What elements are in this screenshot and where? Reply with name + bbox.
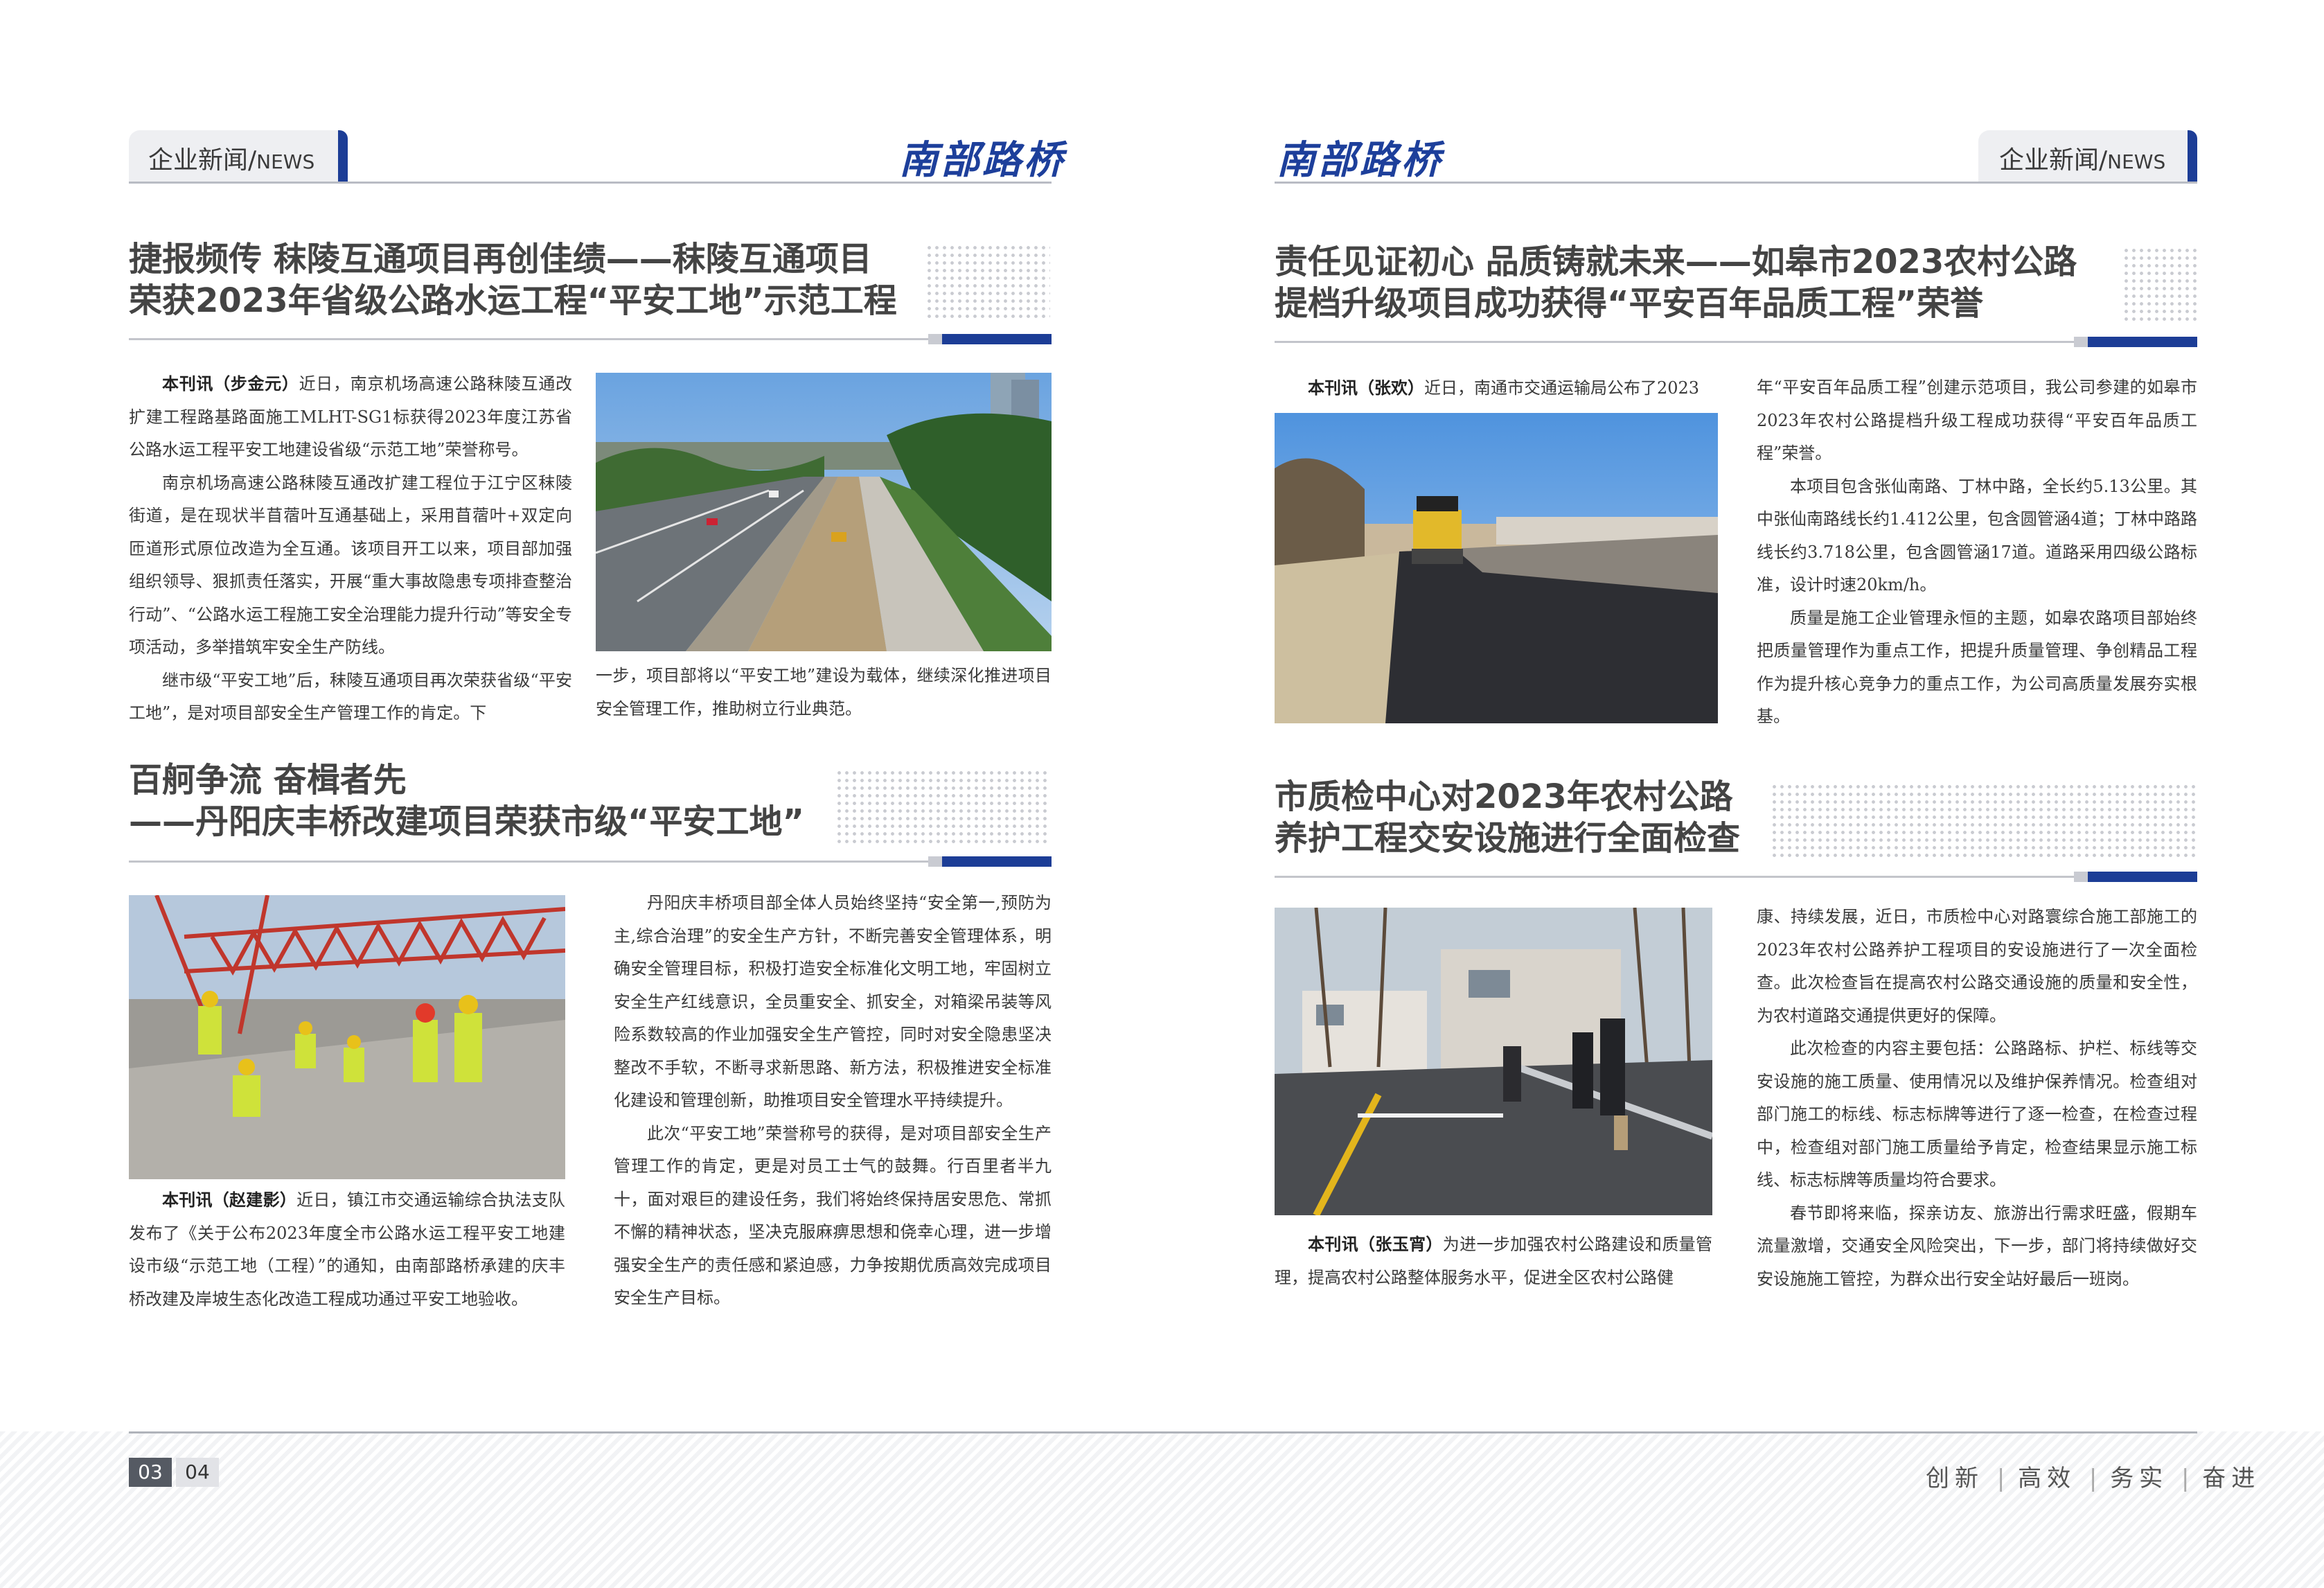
article-paragraph: 此次检查的内容主要包括：公路路标、护栏、标线等交安设施的施工质量、使用情况以及维… bbox=[1757, 1039, 2197, 1190]
article-body: 本刊讯（张玉宵）为进一步加强农村公路建设和质量管理，提高农村公路整体服务水平，促… bbox=[1275, 1228, 1712, 1294]
tab-accent bbox=[338, 130, 348, 182]
article-paragraph: 近日，南通市交通运输局公布了2023 bbox=[1424, 378, 1700, 398]
article-paragraph: 年“平安百年品质工程”创建示范项目，我公司参建的如皋市2023年农村公路提档升级… bbox=[1757, 378, 2197, 463]
title-rule bbox=[129, 856, 1052, 867]
section-tab-right: 企业新闻/NEWS bbox=[1978, 130, 2197, 182]
photo-bridge-workers bbox=[129, 895, 565, 1179]
article-paragraph: 康、持续发展，近日，市质检中心对路寰综合施工部施工的2023年农村公路养护工程项… bbox=[1757, 907, 2197, 1025]
article-paragraph: 本项目包含张仙南路、丁林中路，全长约5.13公里。其中张仙南路线长约1.412公… bbox=[1757, 476, 2197, 595]
article-body: 本刊讯（张欢）近日，南通市交通运输局公布了2023 bbox=[1275, 371, 1718, 405]
dot-pattern bbox=[835, 769, 1050, 847]
article-title-line: 养护工程交安设施进行全面检查 bbox=[1275, 819, 1741, 858]
article-lead: 本刊讯（赵建影） bbox=[162, 1190, 297, 1210]
article-lead: 本刊讯（张玉宵） bbox=[1308, 1234, 1443, 1254]
rule-accent-blue bbox=[942, 334, 1052, 344]
article-body: 本刊讯（步金元）近日，南京机场高速公路秣陵互通改扩建工程路基路面施工MLHT-S… bbox=[129, 367, 572, 730]
slogan-word: 务实 bbox=[2110, 1465, 2169, 1492]
slogan-word: 奋进 bbox=[2202, 1465, 2261, 1492]
article-title: 责任见证初心 品质铸就未来——如皋市2023农村公路 提档升级项目成功获得“平安… bbox=[1275, 241, 2077, 324]
article-paragraph: 春节即将来临，探亲访友、旅游出行需求旺盛，假期车流量激增，交通安全风险突出，下一… bbox=[1757, 1203, 2197, 1289]
section-label-en: NEWS bbox=[2107, 150, 2166, 173]
rule-accent-gray bbox=[2074, 872, 2088, 882]
section-tab-left: 企业新闻/NEWS bbox=[129, 130, 348, 182]
rule-accent-blue bbox=[2088, 872, 2197, 882]
slogan: 创新 | 高效 | 务实 | 奋进 bbox=[1926, 1459, 2260, 1493]
article-paragraph: 此次“平安工地”荣誉称号的获得，是对项目部安全生产管理工作的肯定，更是对员工士气… bbox=[614, 1123, 1052, 1308]
article-paragraph: 一步，项目部将以“平安工地”建设为载体，继续深化推进项目安全管理工作，推助树立行… bbox=[596, 666, 1052, 718]
section-label: 企业新闻/NEWS bbox=[1999, 140, 2165, 176]
section-label: 企业新闻/NEWS bbox=[148, 140, 314, 176]
article-body: 康、持续发展，近日，市质检中心对路寰综合施工部施工的2023年农村公路养护工程项… bbox=[1757, 901, 2197, 1296]
article-paragraph: 丹阳庆丰桥项目部全体人员始终坚持“安全第一,预防为主,综合治理”的安全生产方针，… bbox=[614, 893, 1052, 1110]
article-body: 年“平安百年品质工程”创建示范项目，我公司参建的如皋市2023年农村公路提档升级… bbox=[1757, 371, 2197, 734]
section-label-sep: / bbox=[248, 146, 257, 175]
header-rule-right bbox=[1275, 182, 2197, 184]
section-label-cn: 企业新闻 bbox=[148, 146, 249, 175]
article-title-line: 责任见证初心 品质铸就未来——如皋市2023农村公路 bbox=[1275, 242, 2077, 281]
rule-accent-gray bbox=[928, 856, 942, 867]
page-number-right: 04 bbox=[176, 1458, 219, 1487]
article-title: 百舸争流 奋楫者先 ——丹阳庆丰桥改建项目荣获市级“平安工地” bbox=[129, 759, 804, 842]
section-label-en: NEWS bbox=[256, 150, 315, 173]
article-body-cont: 一步，项目部将以“平安工地”建设为载体，继续深化推进项目安全管理工作，推助树立行… bbox=[596, 660, 1052, 725]
article-paragraph: 南京机场高速公路秣陵互通改扩建工程位于江宁区秣陵街道，是在现状半苜蓿叶互通基础上… bbox=[129, 473, 572, 658]
slogan-word: 创新 bbox=[1926, 1465, 1984, 1492]
article-title-line: 捷报频传 秣陵互通项目再创佳绩——秣陵互通项目 bbox=[129, 240, 872, 279]
section-label-cn: 企业新闻 bbox=[1999, 146, 2100, 175]
section-label-sep: / bbox=[2099, 146, 2108, 175]
dot-pattern bbox=[925, 244, 1050, 321]
article-title-line: 百舸争流 奋楫者先 bbox=[129, 761, 407, 800]
title-rule bbox=[1275, 337, 2197, 347]
footer-band bbox=[0, 1431, 2324, 1588]
dot-pattern bbox=[2122, 247, 2197, 324]
slogan-separator: | bbox=[1996, 1465, 2005, 1492]
title-rule bbox=[129, 334, 1052, 344]
rule-accent-gray bbox=[2074, 337, 2088, 347]
article-paragraph: 质量是施工企业管理永恒的主题，如皋农路项目部始终把质量管理作为重点工作，把提升质… bbox=[1757, 608, 2197, 727]
article-body: 丹阳庆丰桥项目部全体人员始终坚持“安全第一,预防为主,综合治理”的安全生产方针，… bbox=[614, 887, 1052, 1315]
bridge-image bbox=[129, 895, 565, 1179]
rule-accent-gray bbox=[928, 334, 942, 344]
article-paragraph: 继市级“平安工地”后，秣陵互通项目再次荣获省级“平安工地”，是对项目部安全生产管… bbox=[129, 670, 572, 723]
article-lead: 本刊讯（步金元） bbox=[162, 373, 299, 394]
article-title: 市质检中心对2023年农村公路 养护工程交安设施进行全面检查 bbox=[1275, 776, 1740, 859]
brand-logo-right: 南部路桥 bbox=[1277, 138, 1443, 183]
rule-accent-blue bbox=[942, 856, 1052, 867]
photo-highway-construction bbox=[596, 373, 1052, 651]
article-title-line: 荣获2023年省级公路水运工程“平安工地”示范工程 bbox=[129, 281, 897, 320]
article-lead: 本刊讯（张欢） bbox=[1308, 378, 1424, 398]
slogan-separator: | bbox=[2181, 1465, 2190, 1492]
slogan-word: 高效 bbox=[2018, 1465, 2077, 1492]
rule-accent-blue bbox=[2088, 337, 2197, 347]
article-body: 本刊讯（赵建影）近日，镇江市交通运输综合执法支队发布了《关于公布2023年度全市… bbox=[129, 1183, 565, 1316]
article-title-line: 市质检中心对2023年农村公路 bbox=[1275, 777, 1733, 816]
article-title: 捷报频传 秣陵互通项目再创佳绩——秣陵互通项目 荣获2023年省级公路水运工程“… bbox=[129, 238, 897, 321]
article-title-line: 提档升级项目成功获得“平安百年品质工程”荣誉 bbox=[1275, 284, 1984, 323]
photo-road-inspection bbox=[1275, 908, 1712, 1215]
slogan-separator: | bbox=[2088, 1465, 2097, 1492]
road-image bbox=[1275, 413, 1718, 723]
inspection-image bbox=[1275, 908, 1712, 1215]
page-number-left: 03 bbox=[129, 1458, 172, 1487]
title-rule bbox=[1275, 872, 2197, 882]
dot-pattern bbox=[1771, 783, 2197, 861]
photo-road-paving bbox=[1275, 413, 1718, 723]
highway-image bbox=[596, 373, 1052, 651]
brand-logo-left: 南部路桥 bbox=[899, 138, 1065, 183]
tab-accent bbox=[2188, 130, 2197, 182]
footer-rule bbox=[129, 1431, 2197, 1433]
article-title-line: ——丹阳庆丰桥改建项目荣获市级“平安工地” bbox=[129, 802, 805, 841]
